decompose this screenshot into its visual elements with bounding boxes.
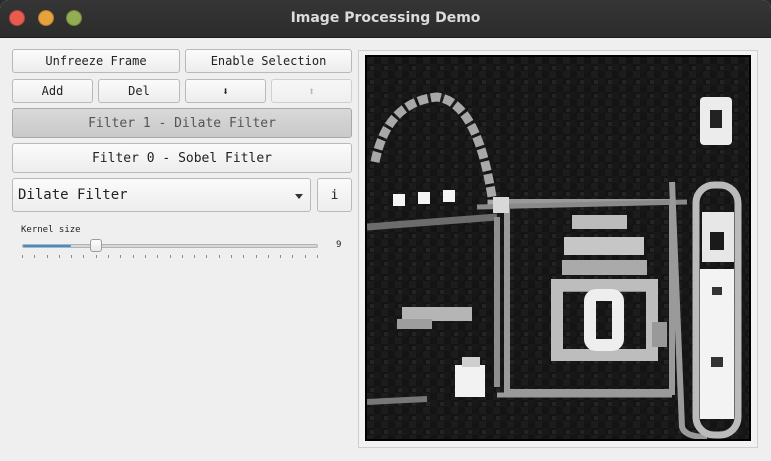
slider-tick (243, 255, 244, 258)
kernel-size-slider-handle[interactable] (90, 239, 102, 252)
title-bar[interactable]: Image Processing Demo (0, 0, 771, 38)
slider-tick (71, 255, 72, 258)
kernel-size-slider-fill (23, 245, 71, 247)
move-up-button[interactable]: ⬆ (271, 79, 352, 103)
app-window: Image Processing Demo Unfreeze Frame Ena… (0, 0, 771, 461)
slider-tick (59, 255, 60, 258)
slider-tick (292, 255, 293, 258)
slider-tick (22, 255, 23, 258)
image-preview-frame (358, 50, 758, 448)
slider-tick (317, 255, 318, 258)
arrow-down-icon: ⬇ (222, 84, 229, 98)
slider-tick (231, 255, 232, 258)
delete-filter-button[interactable]: Del (98, 79, 180, 103)
main-content: Unfreeze Frame Enable Selection Add Del … (0, 38, 771, 461)
slider-tick (206, 255, 207, 258)
kernel-size-label: Kernel size (21, 225, 81, 235)
filter-type-select[interactable]: Dilate Filter (12, 178, 311, 212)
slider-tick (194, 255, 195, 258)
slider-tick (305, 255, 306, 258)
slider-tick (96, 255, 97, 258)
arrow-up-icon: ⬆ (308, 84, 315, 98)
slider-tick (133, 255, 134, 258)
slider-tick (34, 255, 35, 258)
slider-tick (170, 255, 171, 258)
slider-tick (280, 255, 281, 258)
slider-tick (108, 255, 109, 258)
enable-selection-button[interactable]: Enable Selection (185, 49, 352, 73)
slider-tick (157, 255, 158, 258)
unfreeze-frame-button[interactable]: Unfreeze Frame (12, 49, 180, 73)
kernel-size-ticks (22, 255, 318, 259)
slider-tick (182, 255, 183, 258)
window-title: Image Processing Demo (290, 10, 481, 26)
filter-type-value: Dilate Filter (18, 187, 128, 203)
slider-tick (145, 255, 146, 258)
slider-tick (120, 255, 121, 258)
kernel-size-slider-track[interactable] (22, 244, 318, 248)
kernel-size-value: 9 (336, 240, 342, 250)
processed-image-graphic (367, 57, 749, 439)
add-filter-button[interactable]: Add (12, 79, 93, 103)
move-down-button[interactable]: ⬇ (185, 79, 266, 103)
filter-list-item-sobel[interactable]: Filter 0 - Sobel Fitler (12, 143, 352, 173)
filter-list-item-dilate[interactable]: Filter 1 - Dilate Filter (12, 108, 352, 138)
filter-info-button[interactable]: i (317, 178, 352, 212)
slider-tick (219, 255, 220, 258)
slider-tick (47, 255, 48, 258)
slider-tick (83, 255, 84, 258)
slider-tick (256, 255, 257, 258)
processed-image[interactable] (365, 55, 751, 441)
chevron-down-icon (295, 194, 303, 199)
slider-tick (268, 255, 269, 258)
